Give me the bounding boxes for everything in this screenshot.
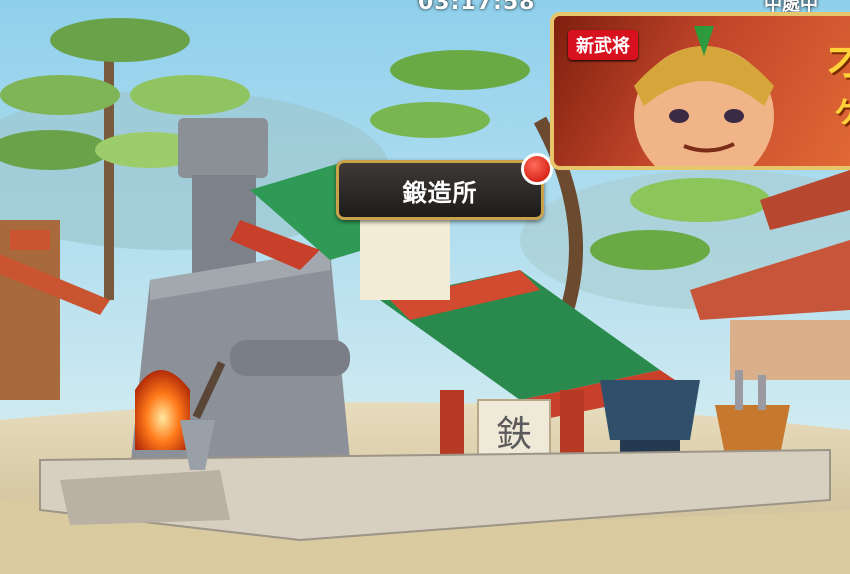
furnace-opening	[135, 370, 190, 450]
forge-building-label: 鍛造所	[402, 178, 478, 207]
new-general-banner[interactable]: 新武将 才 ケ	[550, 12, 850, 170]
notification-dot-icon	[521, 153, 553, 185]
banner-title: 才	[828, 28, 850, 86]
new-general-badge: 新武将	[568, 30, 638, 60]
event-timer: 03:17:58	[418, 0, 536, 15]
banner-subtitle: ケ	[834, 88, 850, 132]
forge-building-button[interactable]: 鍛造所	[336, 153, 553, 220]
iron-sign-text: 鉄	[496, 414, 532, 455]
